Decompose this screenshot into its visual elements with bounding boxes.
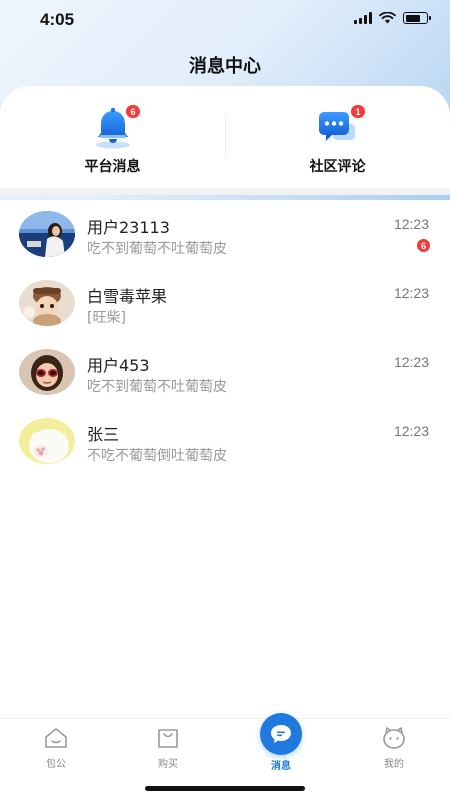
- battery-icon: [403, 12, 431, 24]
- badge-count: 6: [125, 104, 141, 119]
- tab-profile[interactable]: 我的: [338, 719, 450, 779]
- contact-name: 用户23113: [87, 218, 170, 237]
- message-time: 12:23: [393, 423, 429, 439]
- tab-label: 消息: [271, 761, 291, 772]
- category-card: 6 平台消息 1 社区评论: [0, 86, 450, 188]
- shopping-bag-icon: [158, 729, 178, 748]
- category-label: 社区评论: [309, 159, 366, 175]
- message-icon: [260, 713, 302, 755]
- status-icons: [354, 12, 431, 24]
- message-preview: 不吃不葡萄倒吐葡萄皮: [87, 448, 227, 464]
- avatar: [19, 349, 75, 395]
- avatar: [19, 418, 75, 464]
- message-list: 用户23113 吃不到葡萄不吐葡萄皮 12:23 6 白雪毒苹果 [旺柴] 12…: [0, 200, 450, 476]
- category-label: 平台消息: [84, 159, 141, 175]
- message-preview: 吃不到葡萄不吐葡萄皮: [87, 241, 227, 257]
- avatar: [19, 211, 75, 257]
- list-item[interactable]: 张三 不吃不葡萄倒吐葡萄皮 12:23: [0, 407, 450, 476]
- list-item[interactable]: 用户453 吃不到葡萄不吐葡萄皮 12:23: [0, 338, 450, 407]
- chat-bubble-icon: 1: [316, 104, 366, 150]
- tab-label: 我的: [384, 759, 404, 770]
- category-community-comments[interactable]: 1 社区评论: [225, 86, 450, 188]
- tab-label: 包公: [46, 759, 66, 770]
- list-item[interactable]: 白雪毒苹果 [旺柴] 12:23: [0, 269, 450, 338]
- avatar: [19, 280, 75, 326]
- message-preview: [旺柴]: [87, 310, 126, 326]
- page-title: 消息中心: [189, 56, 261, 77]
- signal-icon: [354, 12, 372, 24]
- unread-badge: 6: [415, 238, 431, 253]
- contact-name: 白雪毒苹果: [87, 287, 168, 306]
- home-indicator: [145, 786, 305, 791]
- message-time: 12:23: [393, 354, 429, 370]
- message-time: 12:23: [393, 285, 429, 301]
- bell-icon: 6: [91, 104, 141, 150]
- tab-buy[interactable]: 购买: [112, 719, 224, 779]
- tab-messages[interactable]: 消息: [225, 713, 337, 779]
- section-separator: [0, 188, 450, 195]
- tab-label: 购买: [158, 759, 178, 770]
- contact-name: 用户453: [87, 356, 150, 375]
- message-time: 12:23: [393, 216, 429, 232]
- profile-face-icon: [383, 727, 405, 749]
- message-preview: 吃不到葡萄不吐葡萄皮: [87, 379, 227, 395]
- badge-count: 1: [350, 104, 366, 119]
- wifi-icon: [379, 12, 396, 24]
- status-time: 4:05: [40, 10, 75, 29]
- status-bar: 4:05: [0, 0, 450, 40]
- contact-name: 张三: [87, 425, 120, 444]
- list-item[interactable]: 用户23113 吃不到葡萄不吐葡萄皮 12:23 6: [0, 200, 450, 269]
- home-icon: [45, 728, 67, 748]
- tab-home[interactable]: 包公: [0, 719, 112, 779]
- category-platform-messages[interactable]: 6 平台消息: [0, 86, 225, 188]
